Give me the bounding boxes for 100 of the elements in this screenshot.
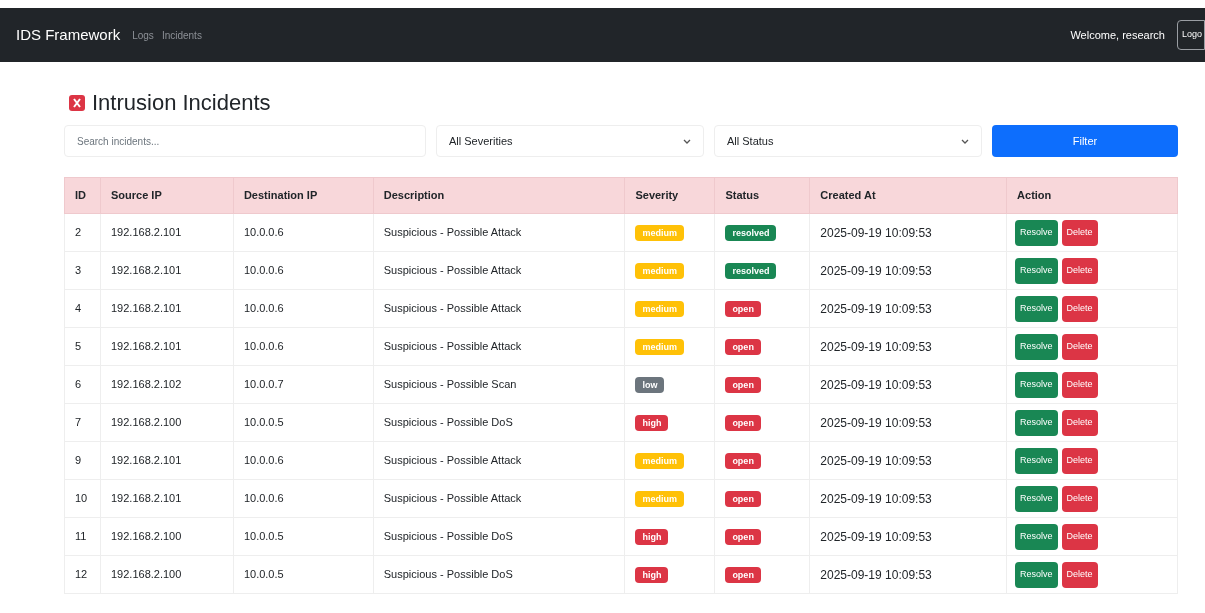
severity-badge: medium xyxy=(635,491,684,507)
table-cell: 10.0.0.6 xyxy=(233,251,374,290)
column-header: Created At xyxy=(809,177,1007,214)
chevron-icon xyxy=(961,138,969,144)
nav-link[interactable]: Incidents xyxy=(161,27,202,43)
delete-button[interactable]: Delete xyxy=(1061,561,1098,588)
table-cell: 192.168.2.100 xyxy=(100,555,234,594)
resolve-button[interactable]: Resolve xyxy=(1015,257,1058,284)
table-cell: Suspicious - Possible Attack xyxy=(373,251,625,290)
welcome-text: Welcome, research xyxy=(1070,27,1165,43)
resolve-button[interactable]: Resolve xyxy=(1015,371,1058,398)
resolve-button[interactable]: Resolve xyxy=(1015,219,1058,246)
table-cell: 10.0.0.6 xyxy=(233,441,374,480)
column-header: Destination IP xyxy=(233,177,374,214)
table-cell: 2025-09-19 10:09:53 xyxy=(809,517,1007,556)
table-cell: Suspicious - Possible DoS xyxy=(373,555,625,594)
delete-button[interactable]: Delete xyxy=(1061,295,1098,322)
table-cell: 10.0.0.6 xyxy=(233,479,374,518)
table-cell: 2 xyxy=(64,213,101,252)
nav-link[interactable]: Logs xyxy=(132,27,154,43)
status-badge: open xyxy=(725,453,761,469)
delete-button[interactable]: Delete xyxy=(1061,409,1098,436)
table-cell: 2025-09-19 10:09:53 xyxy=(809,251,1007,290)
resolve-button[interactable]: Resolve xyxy=(1015,409,1058,436)
table-cell: 2025-09-19 10:09:53 xyxy=(809,555,1007,594)
table-cell: 7 xyxy=(64,403,101,442)
column-header: Source IP xyxy=(100,177,234,214)
resolve-button[interactable]: Resolve xyxy=(1015,447,1058,474)
status-badge: open xyxy=(725,377,761,393)
severity-badge: medium xyxy=(635,301,684,317)
status-badge: open xyxy=(725,491,761,507)
severity-badge: medium xyxy=(635,339,684,355)
table-cell: Suspicious - Possible Attack xyxy=(373,289,625,328)
table-cell: Suspicious - Possible Attack xyxy=(373,213,625,252)
table-cell: 5 xyxy=(64,327,101,366)
severity-badge: medium xyxy=(635,453,684,469)
status-badge: resolved xyxy=(725,263,777,279)
table-cell: 10.0.0.6 xyxy=(233,289,374,328)
table-cell: 192.168.2.101 xyxy=(100,289,234,328)
table-cell: Suspicious - Possible Scan xyxy=(373,365,625,404)
status-select[interactable]: All Status xyxy=(714,125,982,157)
page-title: Intrusion Incidents xyxy=(92,89,271,117)
resolve-button[interactable]: Resolve xyxy=(1015,485,1058,512)
column-header: Status xyxy=(714,177,810,214)
delete-button[interactable]: Delete xyxy=(1061,257,1098,284)
table-cell: 192.168.2.102 xyxy=(100,365,234,404)
status-badge: open xyxy=(725,567,761,583)
table-cell: 2025-09-19 10:09:53 xyxy=(809,479,1007,518)
delete-button[interactable]: Delete xyxy=(1061,333,1098,360)
status-badge: open xyxy=(725,339,761,355)
table-cell: 192.168.2.100 xyxy=(100,403,234,442)
table-cell: 9 xyxy=(64,441,101,480)
table-cell: 10.0.0.5 xyxy=(233,555,374,594)
table-cell: 10.0.0.7 xyxy=(233,365,374,404)
delete-button[interactable]: Delete xyxy=(1061,219,1098,246)
table-cell: 192.168.2.101 xyxy=(100,441,234,480)
table-cell: 11 xyxy=(64,517,101,556)
table-cell: 192.168.2.101 xyxy=(100,251,234,290)
table-cell: 10 xyxy=(64,479,101,518)
delete-button[interactable]: Delete xyxy=(1061,447,1098,474)
status-badge: resolved xyxy=(725,225,777,241)
delete-button[interactable]: Delete xyxy=(1061,485,1098,512)
logout-button[interactable]: Logo xyxy=(1176,20,1205,50)
resolve-button[interactable]: Resolve xyxy=(1015,295,1058,322)
table-cell: 4 xyxy=(64,289,101,328)
column-header: Severity xyxy=(624,177,715,214)
table-cell: 192.168.2.101 xyxy=(100,213,234,252)
status-badge: open xyxy=(725,415,761,431)
resolve-button[interactable]: Resolve xyxy=(1015,561,1058,588)
severity-badge: low xyxy=(635,377,665,393)
table-cell: Suspicious - Possible DoS xyxy=(373,403,625,442)
severity-badge: high xyxy=(635,567,669,583)
brand-link[interactable]: IDS Framework xyxy=(16,23,121,47)
resolve-button[interactable]: Resolve xyxy=(1015,523,1058,550)
delete-button[interactable]: Delete xyxy=(1061,523,1098,550)
select-value: All Severities xyxy=(449,133,513,149)
search-field[interactable]: Search incidents... xyxy=(64,125,426,157)
table-cell: 10.0.0.5 xyxy=(233,517,374,556)
table-cell: 192.168.2.101 xyxy=(100,327,234,366)
column-header: ID xyxy=(64,177,101,214)
filter-button[interactable]: Filter xyxy=(992,125,1178,157)
severity-badge: medium xyxy=(635,263,684,279)
table-cell: 2025-09-19 10:09:53 xyxy=(809,213,1007,252)
table-cell: Suspicious - Possible DoS xyxy=(373,517,625,556)
status-badge: open xyxy=(725,529,761,545)
delete-button[interactable]: Delete xyxy=(1061,371,1098,398)
table-cell: 10.0.0.6 xyxy=(233,213,374,252)
table-cell: 192.168.2.101 xyxy=(100,479,234,518)
severity-select[interactable]: All Severities xyxy=(436,125,704,157)
status-badge: open xyxy=(725,301,761,317)
table-cell: 2025-09-19 10:09:53 xyxy=(809,327,1007,366)
table-cell: 2025-09-19 10:09:53 xyxy=(809,403,1007,442)
table-cell: 192.168.2.100 xyxy=(100,517,234,556)
select-value: All Status xyxy=(727,133,774,149)
chevron-icon xyxy=(683,138,691,144)
table-cell: 6 xyxy=(64,365,101,404)
severity-badge: high xyxy=(635,529,669,545)
resolve-button[interactable]: Resolve xyxy=(1015,333,1058,360)
table-cell: Suspicious - Possible Attack xyxy=(373,479,625,518)
table-cell: 10.0.0.5 xyxy=(233,403,374,442)
